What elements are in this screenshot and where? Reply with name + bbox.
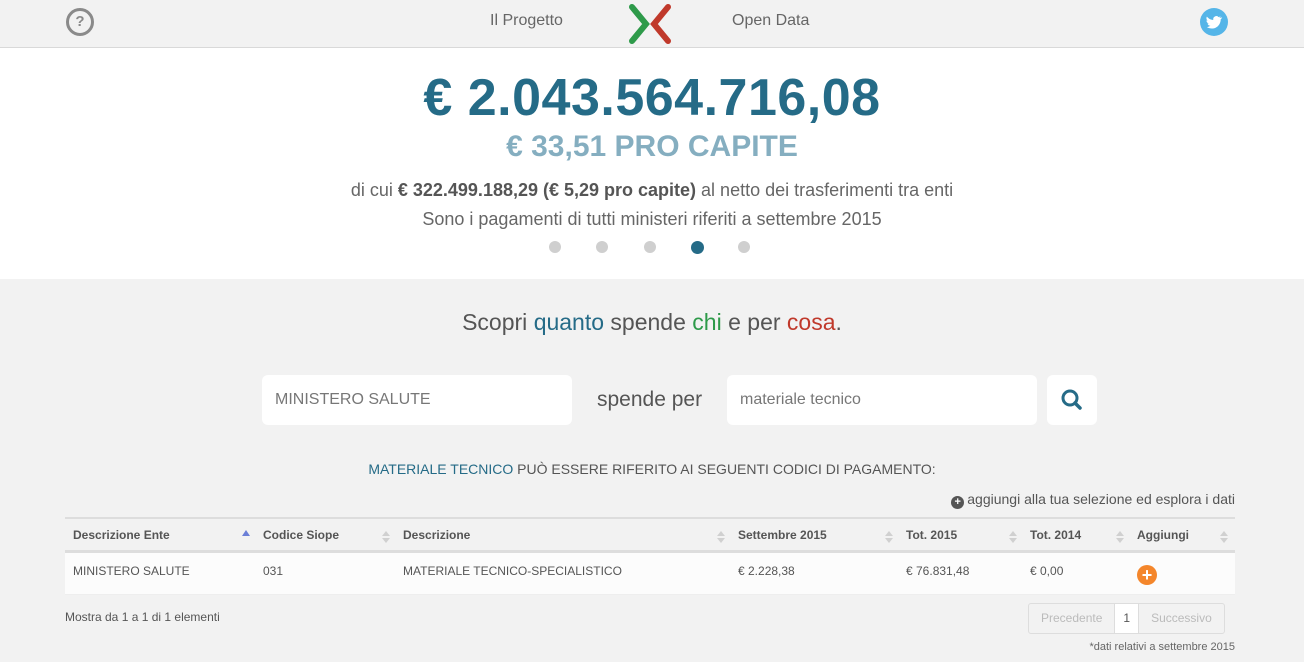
search-tagline: Scopri quanto spende chi e per cosa. [0, 309, 1304, 336]
carousel-dot-2[interactable] [596, 241, 608, 253]
period-text: Sono i pagamenti di tutti ministeri rife… [422, 209, 882, 229]
table-header: Descrizione Ente Codice Siope Descrizion… [65, 517, 1235, 553]
top-navbar: ? Il Progetto Open Data [0, 0, 1304, 48]
procapite-amount: € 33,51 PRO CAPITE [506, 130, 798, 163]
twitter-icon[interactable] [1200, 8, 1228, 36]
payments-table: Descrizione Ente Codice Siope Descrizion… [65, 517, 1235, 595]
cell-ente: MINISTERO SALUTE [73, 564, 190, 578]
carousel-dot-5[interactable] [738, 241, 750, 253]
sort-icon[interactable] [717, 530, 725, 544]
column-header-descrizione[interactable]: Descrizione [395, 519, 470, 552]
sort-icon[interactable] [1116, 530, 1124, 544]
logo-icon[interactable] [628, 3, 672, 45]
sort-icon[interactable] [885, 530, 893, 544]
tagline-text: spende [604, 309, 693, 335]
cell-tot2014: € 0,00 [1030, 564, 1064, 578]
add-row-icon[interactable]: + [1137, 565, 1157, 585]
prev-button[interactable]: Precedente [1029, 604, 1114, 633]
carousel-dot-1[interactable] [549, 241, 561, 253]
tagline-quanto: quanto [533, 309, 605, 335]
search-icon [1061, 389, 1082, 410]
data-footnote: *dati relativi a settembre 2015 [1089, 641, 1235, 653]
add-hint-text: aggiungi alla tua selezione ed esplora i… [967, 491, 1235, 507]
page-1-button[interactable]: 1 [1114, 604, 1140, 633]
cell-codice: 031 [263, 564, 284, 578]
detail-net-amount: € 322.499.188,29 (€ 5,29 pro capite) [397, 180, 697, 200]
detail-prefix: di cui [350, 180, 398, 200]
add-selection-hint: + aggiungi alla tua selezione ed esplora … [951, 491, 1235, 509]
carousel-dot-4[interactable] [691, 241, 704, 254]
plus-circle-icon: + [951, 496, 965, 509]
pagination: Precedente 1 Successivo [1028, 603, 1225, 634]
sort-icon[interactable] [382, 530, 390, 544]
next-button[interactable]: Successivo [1139, 604, 1224, 633]
column-header-tot2014[interactable]: Tot. 2014 [1022, 519, 1081, 552]
search-button[interactable] [1047, 375, 1097, 425]
results-heading: MATERIALE TECNICO PUÒ ESSERE RIFERITO AI… [0, 461, 1304, 477]
sort-icon[interactable] [1009, 530, 1017, 544]
sort-icon[interactable] [1220, 530, 1228, 544]
tagline-text: . [835, 309, 842, 335]
nav-link-progetto[interactable]: Il Progetto [490, 12, 563, 30]
tagline-chi: chi [692, 309, 722, 335]
cell-tot2015: € 76.831,48 [906, 564, 970, 578]
search-connector-label: spende per [597, 388, 703, 411]
table-row: MINISTERO SALUTE 031 MATERIALE TECNICO-S… [65, 553, 1235, 595]
help-icon[interactable]: ? [66, 8, 94, 36]
carousel-dot-3[interactable] [644, 241, 656, 253]
tagline-cosa: cosa [786, 309, 836, 335]
results-term: MATERIALE TECNICO [368, 461, 514, 477]
tagline-text: e per [721, 309, 787, 335]
column-header-tot2015[interactable]: Tot. 2015 [898, 519, 957, 552]
hero-section: € 2.043.564.716,08 € 33,51 PRO CAPITE di… [0, 48, 1304, 279]
detail-suffix: al netto dei trasferimenti tra enti [696, 180, 954, 200]
sort-asc-icon[interactable] [242, 530, 250, 544]
results-heading-text: PUÒ ESSERE RIFERITO AI SEGUENTI CODICI D… [513, 461, 936, 477]
column-header-aggiungi[interactable]: Aggiungi [1129, 519, 1189, 552]
net-detail: di cui € 322.499.188,29 (€ 5,29 pro capi… [0, 180, 1304, 201]
ente-search-input[interactable]: MINISTERO SALUTE [262, 375, 572, 425]
nav-link-opendata[interactable]: Open Data [732, 12, 809, 30]
total-amount: € 2.043.564.716,08 [423, 69, 881, 127]
table-info: Mostra da 1 a 1 di 1 elementi [65, 610, 220, 624]
column-header-settembre[interactable]: Settembre 2015 [730, 519, 827, 552]
cell-descrizione: MATERIALE TECNICO-SPECIALISTICO [403, 564, 622, 578]
column-header-ente[interactable]: Descrizione Ente [65, 519, 170, 552]
cosa-search-input[interactable]: materiale tecnico [727, 375, 1037, 425]
column-header-codice[interactable]: Codice Siope [255, 519, 339, 552]
cell-settembre: € 2.228,38 [738, 564, 795, 578]
tagline-text: Scopri [462, 309, 534, 335]
